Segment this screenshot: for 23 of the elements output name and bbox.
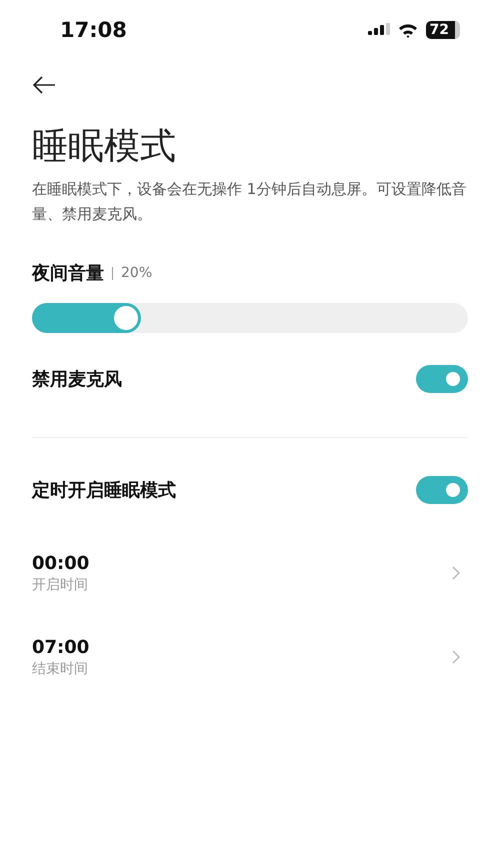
signal-icon xyxy=(368,23,390,37)
time-value: 07:00 xyxy=(32,636,90,658)
volume-slider[interactable] xyxy=(32,303,468,333)
chevron-icon xyxy=(452,566,460,580)
description: 在睡眠模式下，设备会在无操作 1分钟后自动息屏。可设置降低音量、禁用麦克风。 xyxy=(32,179,468,225)
wifi-icon xyxy=(398,22,418,38)
chevron-icon xyxy=(452,650,460,664)
status-time: 17:08 xyxy=(60,18,127,42)
toggle-switch[interactable] xyxy=(416,476,468,504)
setting-label: 禁用麦克风 xyxy=(32,368,122,391)
time-caption: 结束时间 xyxy=(32,660,89,678)
time-value: 00:00 xyxy=(32,552,90,574)
time-row[interactable]: 07:00 结束时间 xyxy=(32,626,468,688)
time-caption: 开启时间 xyxy=(32,576,89,594)
volume-reading: 20% xyxy=(121,265,152,281)
page-title: 睡眠模式 xyxy=(32,125,177,169)
battery-icon: 72 xyxy=(426,21,460,39)
toggle-switch[interactable] xyxy=(416,365,468,393)
slider-fill[interactable] xyxy=(32,303,141,333)
time-row[interactable]: 00:00 开启时间 xyxy=(32,542,468,604)
back-icon[interactable] xyxy=(32,76,56,94)
setting-label: 定时开启睡眠模式 xyxy=(32,479,176,502)
volume-label: 夜间音量 xyxy=(32,262,104,285)
